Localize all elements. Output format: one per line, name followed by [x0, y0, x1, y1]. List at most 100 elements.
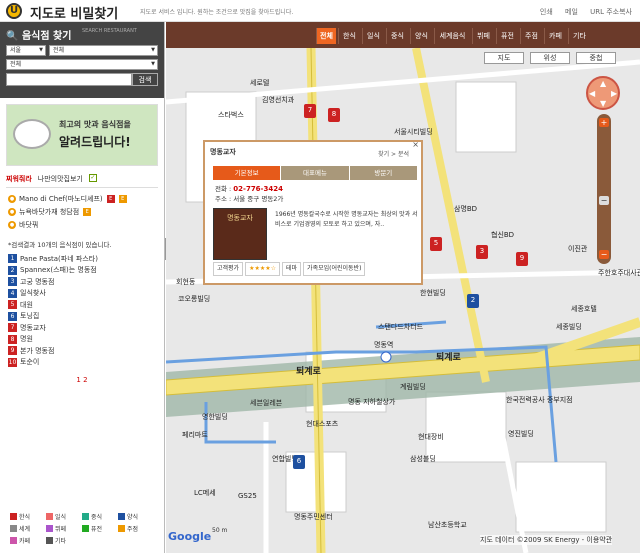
map-label: 김영선치과: [262, 96, 295, 104]
result-name[interactable]: 토닝집: [20, 311, 39, 321]
favorite-item[interactable]: ● Mano di Chef(마노디셰프) E E: [8, 192, 156, 205]
zoom-in-button[interactable]: +: [599, 118, 609, 127]
result-item[interactable]: 8 명원: [8, 334, 156, 346]
category-tab[interactable]: 한식: [338, 28, 360, 44]
logo-icon[interactable]: U: [6, 3, 22, 19]
checkbox-icon[interactable]: ✓: [88, 174, 97, 182]
result-item[interactable]: 6 토닝집: [8, 311, 156, 323]
zoom-slider[interactable]: [597, 114, 611, 264]
tab-basic-info[interactable]: 기본정보: [213, 166, 282, 180]
result-number-icon: 6: [8, 311, 17, 321]
popup-description: 1966년 명동칼국수로 시작한 명동교자는 최상의 맛과 서비스로 기업경영의…: [275, 211, 418, 228]
tab-favorites[interactable]: 찌워줘라: [6, 174, 32, 184]
popup-links[interactable]: 찾기 > 분석: [378, 149, 409, 158]
result-item[interactable]: 1 Pane Pasta(파네 파스타): [8, 253, 156, 265]
zoom-slider-handle[interactable]: −: [599, 196, 609, 205]
map-label: 이진관: [568, 245, 588, 253]
map-roads: [166, 22, 640, 553]
pan-control[interactable]: ▲ ▼ ◀ ▶: [586, 76, 620, 110]
map-marker[interactable]: 9: [516, 252, 528, 266]
legend-swatch: [118, 513, 125, 520]
result-name[interactable]: 대원: [20, 300, 33, 310]
map-label: 남산초등학교: [428, 521, 467, 529]
map-label: 한현빌딩: [420, 289, 446, 297]
category-tab[interactable]: 퓨전: [496, 28, 518, 44]
result-name[interactable]: 토순이: [20, 357, 39, 367]
map-label: 회현동: [176, 278, 196, 286]
result-name[interactable]: 고궁 명동점: [20, 277, 54, 287]
tab-my-places[interactable]: 나만의맛집보기: [38, 174, 83, 184]
map-label: 명동 지하철상가: [348, 398, 396, 406]
result-item[interactable]: 7 명동교자: [8, 322, 156, 334]
category-select[interactable]: 전체: [6, 59, 158, 70]
legend-swatch: [46, 537, 53, 544]
map-marker[interactable]: 7: [304, 104, 316, 118]
tab-reviews[interactable]: 방문기: [349, 166, 418, 180]
tab-menu[interactable]: 대표메뉴: [281, 166, 350, 180]
result-name[interactable]: 명원: [20, 334, 33, 344]
map-marker[interactable]: 5: [430, 237, 442, 251]
result-name[interactable]: Spannex(스패)는 명동점: [20, 265, 97, 275]
result-item[interactable]: 5 대원: [8, 299, 156, 311]
search-button[interactable]: 검색: [132, 73, 158, 86]
close-icon[interactable]: ×: [412, 140, 419, 149]
result-name[interactable]: 일식찾사: [20, 288, 46, 298]
map-label: 삼성블딩: [410, 455, 436, 463]
map-marker[interactable]: 8: [328, 108, 340, 122]
bowl-icon: [13, 119, 51, 149]
copy-url-link[interactable]: URL 주소복사: [590, 8, 632, 16]
map-marker[interactable]: 3: [476, 245, 488, 259]
favorite-item[interactable]: ● 바닷꿔: [8, 218, 156, 231]
mail-link[interactable]: 메일: [565, 8, 578, 16]
category-tab[interactable]: 일식: [362, 28, 384, 44]
map-label: 삼명BD: [454, 205, 478, 213]
promo-banner[interactable]: 최고의 맛과 음식점을 알려드립니다!: [6, 104, 158, 166]
category-tab[interactable]: 세계음식: [434, 28, 470, 44]
restaurant-popup: 명동교자 찾기 > 분석 × 기본정보 대표메뉴 방문기 전화 : 02-776…: [203, 140, 423, 285]
favorite-item[interactable]: ● 뉴욕바닷가재 청담점 E: [8, 205, 156, 218]
result-item[interactable]: 4 일식찾사: [8, 288, 156, 300]
restaurant-photo[interactable]: 명동교자: [213, 208, 267, 260]
map-marker[interactable]: 6: [293, 455, 305, 469]
map-marker[interactable]: 2: [467, 294, 479, 308]
region1-select[interactable]: 서울: [6, 45, 46, 56]
category-tab[interactable]: 전체: [316, 28, 336, 44]
search-input[interactable]: [6, 73, 132, 86]
map-copyright[interactable]: 지도 데이터 ©2009 SK Energy - 이용약관: [480, 535, 613, 545]
result-item[interactable]: 10 토순이: [8, 357, 156, 369]
print-link[interactable]: 인쇄: [540, 8, 553, 16]
rating-label: 고객평가: [213, 262, 244, 276]
legend-swatch: [10, 525, 17, 532]
result-name[interactable]: Pane Pasta(파네 파스타): [20, 254, 98, 264]
view-hybrid-button[interactable]: 중첩: [576, 52, 616, 64]
category-tab[interactable]: 카페: [544, 28, 566, 44]
popup-address: 주소 : 서울 중구 명동2가: [215, 195, 284, 203]
result-name[interactable]: 명동교자: [20, 323, 46, 333]
category-tab[interactable]: 양식: [410, 28, 432, 44]
category-tab[interactable]: 주점: [520, 28, 542, 44]
zoom-out-button[interactable]: −: [599, 250, 609, 259]
map-label: 코오롱빌딩: [178, 295, 211, 303]
legend-label: 세계: [19, 526, 31, 533]
view-satellite-button[interactable]: 위성: [530, 52, 570, 64]
category-tab[interactable]: 중식: [386, 28, 408, 44]
category-tab[interactable]: 뷔페: [472, 28, 494, 44]
category-tab[interactable]: 기타: [568, 28, 590, 44]
pagination[interactable]: 1 2: [0, 376, 164, 384]
result-number-icon: 1: [8, 254, 17, 264]
legend-label: 카페: [19, 538, 31, 545]
result-name[interactable]: 본가 명동점: [20, 346, 54, 356]
map-label: 세로텔: [250, 79, 270, 87]
map-canvas[interactable]: 김영선치과 스타벅스 서울시티빌딩 삼명BD 협신BD 이진관 주한호주대사관 …: [166, 22, 640, 553]
result-item[interactable]: 9 본가 명동점: [8, 345, 156, 357]
result-item[interactable]: 2 Spannex(스패)는 명동점: [8, 265, 156, 277]
map-label: 현대장비: [418, 433, 444, 441]
result-item[interactable]: 3 고궁 명동점: [8, 276, 156, 288]
map-label: 퇴계로: [436, 353, 461, 363]
result-number-icon: 4: [8, 288, 17, 298]
brand-title[interactable]: 지도로 비밀찾기: [30, 3, 118, 22]
map-label: 세븐일레븐: [250, 399, 283, 407]
popup-title[interactable]: 명동교자: [210, 147, 236, 157]
region2-select[interactable]: 전체: [49, 45, 158, 56]
view-map-button[interactable]: 지도: [484, 52, 524, 64]
